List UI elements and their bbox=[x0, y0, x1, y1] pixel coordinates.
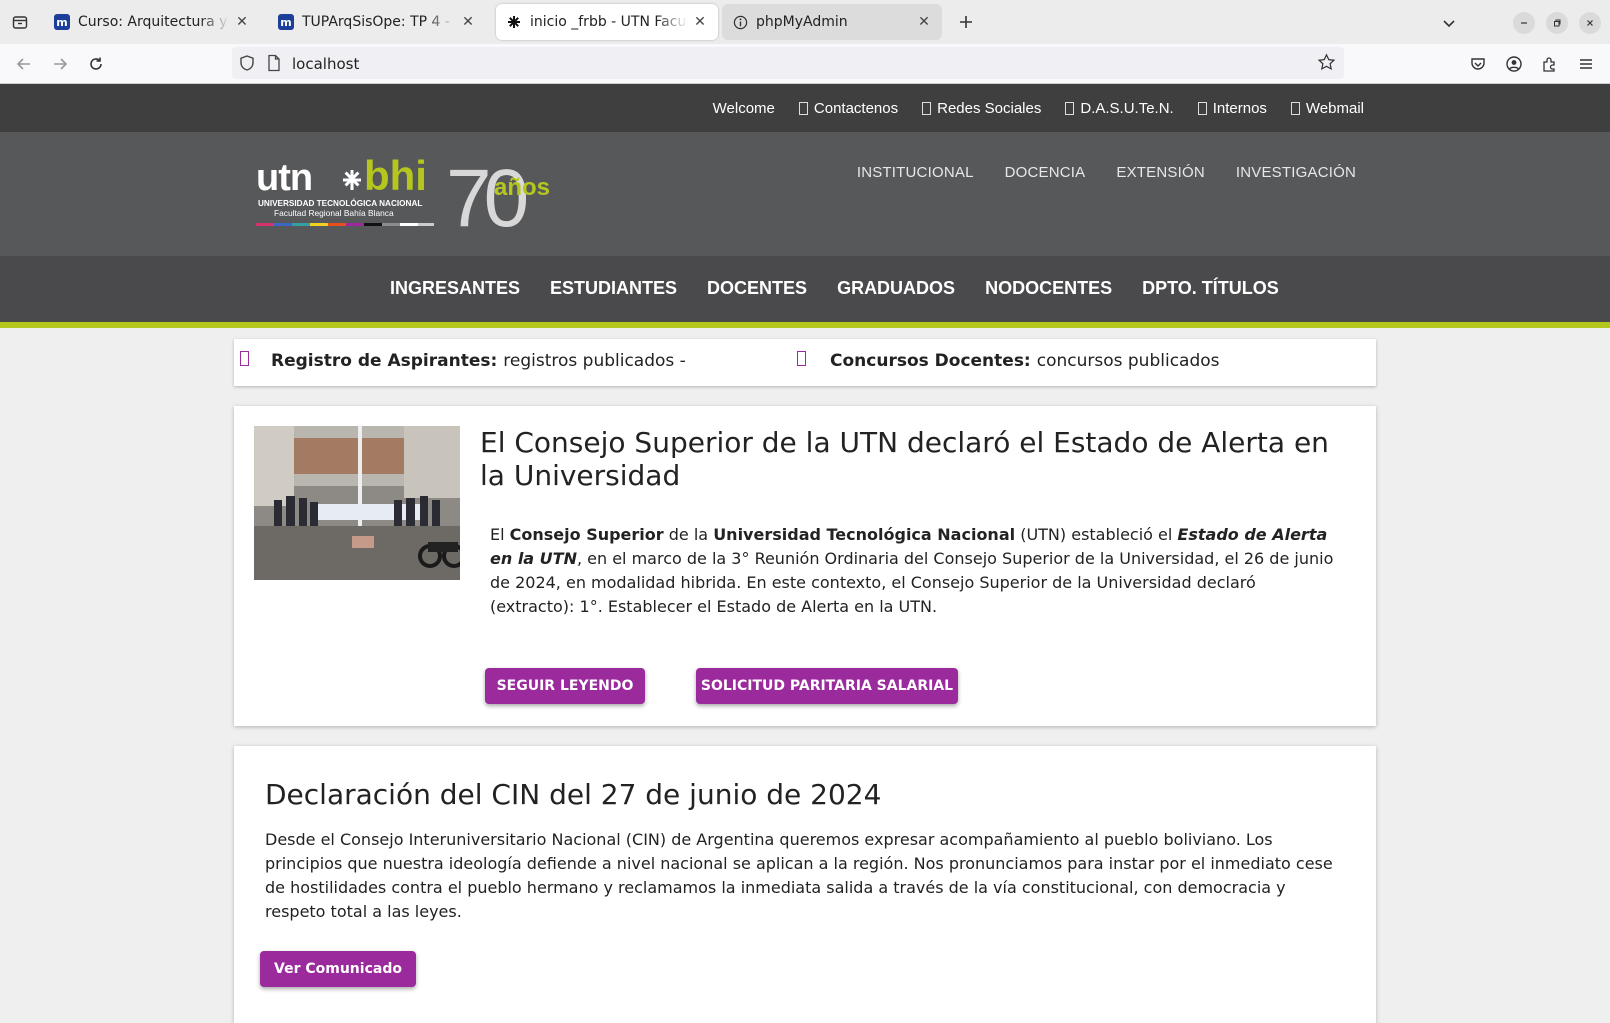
moodle-icon: m bbox=[54, 14, 70, 30]
ticker-item-concursos[interactable]: Concursos Docentes: concursos publicados bbox=[830, 351, 1220, 371]
close-tab-icon[interactable]: ✕ bbox=[916, 14, 932, 30]
forward-icon[interactable] bbox=[48, 52, 72, 76]
top-link-internos[interactable]: Internos bbox=[1197, 100, 1267, 117]
news-title[interactable]: Declaración del CIN del 27 de junio de 2… bbox=[265, 778, 881, 811]
utn-icon bbox=[506, 14, 522, 30]
seguir-leyendo-button[interactable]: SEGUIR LEYENDO bbox=[485, 668, 645, 704]
tab-title: TUPArqSisOpe: TP 4 - Docker bbox=[302, 14, 456, 30]
close-window-icon[interactable] bbox=[1579, 12, 1601, 34]
svg-text:utn: utn bbox=[256, 157, 312, 199]
missing-glyph-icon bbox=[1197, 101, 1207, 115]
info-icon bbox=[732, 14, 748, 30]
nav-dpto-titulos[interactable]: DPTO. TÍTULOS bbox=[1142, 278, 1279, 299]
missing-glyph-icon bbox=[922, 101, 932, 115]
shield-icon[interactable] bbox=[238, 54, 256, 76]
tab-title: phpMyAdmin bbox=[756, 14, 848, 30]
moodle-icon: m bbox=[278, 14, 294, 30]
tab-curso[interactable]: m Curso: Arquitectura y Sistemas Operati… bbox=[44, 4, 260, 40]
missing-glyph-icon bbox=[797, 351, 806, 366]
news-summary: El Consejo Superior de la Universidad Te… bbox=[490, 525, 1334, 616]
missing-glyph-icon bbox=[240, 351, 249, 366]
accent-divider bbox=[0, 322, 1610, 328]
top-link-welcome[interactable]: Welcome bbox=[713, 100, 775, 117]
news-summary: Desde el Consejo Interuniversitario Naci… bbox=[265, 830, 1333, 921]
ticker-text: concursos publicados bbox=[1036, 351, 1220, 371]
nav-institucional[interactable]: INSTITUCIONAL bbox=[857, 164, 974, 181]
nav-nodocentes[interactable]: NODOCENTES bbox=[985, 278, 1112, 299]
news-card-declaracion-cin: Declaración del CIN del 27 de junio de 2… bbox=[234, 746, 1376, 1023]
tab-phpmyadmin[interactable]: phpMyAdmin ✕ bbox=[722, 4, 942, 40]
bookmark-star-icon[interactable] bbox=[1317, 53, 1336, 76]
list-all-tabs-icon[interactable] bbox=[1438, 12, 1460, 34]
svg-text:Facultad Regional Bahía Blanca: Facultad Regional Bahía Blanca bbox=[274, 208, 394, 218]
new-tab-icon[interactable] bbox=[954, 10, 978, 34]
close-tab-icon[interactable]: ✕ bbox=[460, 14, 476, 30]
svg-text:UNIVERSIDAD TECNOLÓGICA NACION: UNIVERSIDAD TECNOLÓGICA NACIONAL bbox=[258, 197, 422, 208]
minimize-icon[interactable] bbox=[1513, 12, 1535, 34]
ticker-text: registros publicados - bbox=[503, 351, 686, 371]
ticker-label: Concursos Docentes: bbox=[830, 351, 1031, 371]
tab-inicio-frbb[interactable]: inicio _frbb - UTN Facultad Regional Bah… bbox=[496, 4, 718, 40]
missing-glyph-icon bbox=[1065, 101, 1075, 115]
url-text[interactable]: localhost bbox=[292, 55, 359, 73]
nav-estudiantes[interactable]: ESTUDIANTES bbox=[550, 278, 677, 299]
nav-investigacion[interactable]: INVESTIGACIÓN bbox=[1236, 164, 1356, 181]
page-icon[interactable] bbox=[266, 54, 282, 76]
url-bar[interactable]: localhost bbox=[232, 47, 1344, 79]
browser-tab-bar: m Curso: Arquitectura y Sistemas Operati… bbox=[0, 0, 1610, 44]
extensions-icon[interactable] bbox=[1538, 52, 1562, 76]
svg-text:años: años bbox=[494, 174, 550, 201]
news-title[interactable]: El Consejo Superior de la UTN declaró el… bbox=[480, 426, 1360, 492]
institutional-nav: INSTITUCIONAL DOCENCIA EXTENSIÓN INVESTI… bbox=[857, 164, 1356, 181]
nav-docentes[interactable]: DOCENTES bbox=[707, 278, 807, 299]
nav-docencia[interactable]: DOCENCIA bbox=[1005, 164, 1086, 181]
main-nav: INGRESANTES ESTUDIANTES DOCENTES GRADUAD… bbox=[0, 256, 1610, 322]
restore-icon[interactable] bbox=[1546, 12, 1568, 34]
top-link-dasuten[interactable]: D.A.S.U.Te.N. bbox=[1065, 100, 1174, 117]
ver-comunicado-button[interactable]: Ver Comunicado bbox=[260, 951, 416, 987]
close-tab-icon[interactable]: ✕ bbox=[234, 14, 250, 30]
tab-tuparqsisope[interactable]: m TUPArqSisOpe: TP 4 - Docker ✕ bbox=[268, 4, 486, 40]
tab-list-icon[interactable] bbox=[8, 10, 32, 34]
utn-emblem-icon bbox=[343, 170, 361, 190]
back-icon[interactable] bbox=[12, 52, 36, 76]
close-tab-icon[interactable]: ✕ bbox=[692, 14, 708, 30]
svg-text:bhi: bhi bbox=[364, 154, 427, 199]
top-link-redes-sociales[interactable]: Redes Sociales bbox=[922, 100, 1041, 117]
top-links-bar: Welcome Contactenos Redes Sociales D.A.S… bbox=[0, 84, 1610, 132]
browser-navigation-bar: localhost bbox=[0, 44, 1610, 84]
ticker-item-registro[interactable]: Registro de Aspirantes: registros public… bbox=[271, 351, 686, 371]
tab-title: Curso: Arquitectura y Sistemas Operativo… bbox=[78, 14, 230, 30]
web-page: Welcome Contactenos Redes Sociales D.A.S… bbox=[0, 84, 1610, 1023]
top-link-webmail[interactable]: Webmail bbox=[1290, 100, 1364, 117]
reload-icon[interactable] bbox=[84, 52, 108, 76]
news-card-consejo-superior: El Consejo Superior de la UTN declaró el… bbox=[234, 406, 1376, 726]
nav-graduados[interactable]: GRADUADOS bbox=[837, 278, 955, 299]
missing-glyph-icon bbox=[1290, 101, 1300, 115]
missing-glyph-icon bbox=[798, 101, 808, 115]
utn-bhi-70-anos-logo[interactable]: utn bhi UNIVERSIDAD TECNOLÓGICA NACIONAL… bbox=[256, 154, 586, 238]
nav-extension[interactable]: EXTENSIÓN bbox=[1116, 164, 1204, 181]
account-icon[interactable] bbox=[1502, 52, 1526, 76]
announcements-ticker: Registro de Aspirantes: registros public… bbox=[234, 339, 1376, 386]
tab-title: inicio _frbb - UTN Facultad Regional Bah… bbox=[530, 14, 688, 30]
site-header: utn bhi UNIVERSIDAD TECNOLÓGICA NACIONAL… bbox=[0, 132, 1610, 256]
pocket-icon[interactable] bbox=[1466, 52, 1490, 76]
solicitud-paritaria-button[interactable]: SOLICITUD PARITARIA SALARIAL bbox=[696, 668, 958, 704]
nav-ingresantes[interactable]: INGRESANTES bbox=[390, 278, 520, 299]
ticker-label: Registro de Aspirantes: bbox=[271, 351, 498, 371]
top-link-contactenos[interactable]: Contactenos bbox=[798, 100, 898, 117]
menu-icon[interactable] bbox=[1574, 52, 1598, 76]
news-photo[interactable] bbox=[254, 426, 460, 580]
